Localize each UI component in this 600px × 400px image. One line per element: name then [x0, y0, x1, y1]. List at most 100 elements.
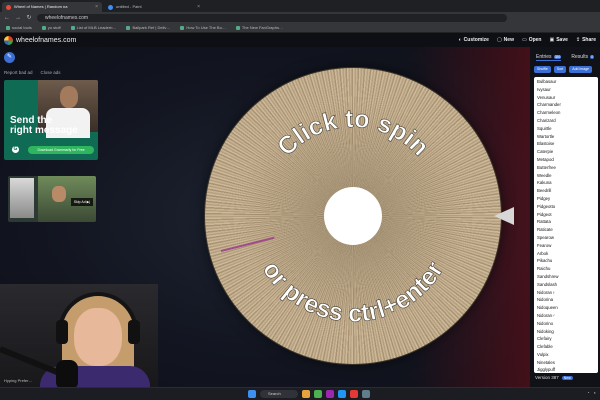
share-button[interactable]: ⇪ Share [576, 37, 596, 43]
entry-line[interactable]: Fearow [537, 242, 595, 250]
grammarly-ad[interactable]: Send the right message G Download Gramma… [4, 80, 98, 160]
entry-line[interactable]: Squirtle [537, 125, 595, 133]
entry-line[interactable]: Pidgeot [537, 211, 595, 219]
entry-line[interactable]: Nidoran♂ [537, 312, 595, 320]
bookmark-item[interactable]: List of MLB Leaderb… [70, 25, 116, 30]
tab-results[interactable]: Results 0 [571, 53, 595, 61]
entry-line[interactable]: Caterpie [537, 148, 595, 156]
entry-line[interactable]: Ivysaur [537, 86, 595, 94]
entry-line[interactable]: Raticate [537, 226, 595, 234]
entry-line[interactable]: Kakuna [537, 179, 595, 187]
entry-line[interactable]: Nidoqueen [537, 304, 595, 312]
share-icon: ⇪ [575, 37, 581, 43]
entry-line[interactable]: Rattata [537, 218, 595, 226]
edit-pencil-icon[interactable]: ✎ [4, 52, 15, 63]
bookmark-icon [235, 25, 240, 30]
app-icon[interactable] [326, 390, 334, 398]
entry-line[interactable]: Sandslash [537, 281, 595, 289]
entry-line[interactable]: Arbok [537, 250, 595, 258]
video-ad[interactable]: Skip Ad ▶| [8, 176, 96, 222]
bookmark-item[interactable]: The New FanGraphs… [235, 25, 283, 30]
sidebar-tabs: Entries 386 Results 0 [530, 53, 600, 61]
tab-entries[interactable]: Entries 386 [536, 53, 562, 61]
ad-person [52, 186, 66, 202]
volume-icon[interactable]: ◖ [594, 390, 596, 395]
bookmark-item[interactable]: social tools [6, 25, 32, 30]
entries-count-badge: 386 [553, 54, 562, 59]
entry-line[interactable]: Pikachu [537, 257, 595, 265]
close-icon[interactable]: × [95, 2, 98, 12]
save-icon: ▣ [549, 37, 555, 43]
entry-line[interactable]: Charmander [537, 101, 595, 109]
entry-line[interactable]: Wartortle [537, 133, 595, 141]
wheel-center-hub[interactable] [324, 187, 382, 245]
entry-line[interactable]: Butterfree [537, 164, 595, 172]
bookmark-icon [70, 25, 75, 30]
taskbar-search[interactable]: Search [260, 390, 298, 398]
bookmark-item[interactable]: How To Use The Bo… [180, 25, 226, 30]
entry-line[interactable]: Pidgeotto [537, 203, 595, 211]
system-tray: ◔ ◖ [587, 390, 596, 395]
browser-tab-strip: Wheel of Names | Random na × untitled - … [0, 0, 600, 12]
windows-start-icon[interactable] [248, 390, 256, 398]
skip-ad-button[interactable]: Skip Ad ▶| [71, 198, 93, 206]
shuffle-button[interactable]: Shuffle [534, 66, 551, 73]
entry-line[interactable]: Vulpix [537, 351, 595, 359]
grammarly-logo-icon: G [12, 146, 19, 153]
close-ads-link[interactable]: Close ads [41, 70, 61, 75]
bookmark-icon [126, 25, 131, 30]
forward-icon[interactable]: → [15, 15, 21, 21]
chrome-icon[interactable] [314, 390, 322, 398]
new-badge[interactable]: New [561, 375, 573, 380]
browser-tab-active[interactable]: Wheel of Names | Random na × [2, 2, 102, 12]
entry-line[interactable]: Nidoking [537, 328, 595, 336]
entry-line[interactable]: Weedle [537, 172, 595, 180]
tab-title: Wheel of Names | Random na [14, 4, 68, 9]
back-icon[interactable]: ← [4, 15, 10, 21]
entry-line[interactable]: Charizard [537, 117, 595, 125]
entry-line[interactable]: Metapod [537, 156, 595, 164]
ad-cta-button[interactable]: Download Grammarly for Free [28, 146, 94, 154]
entry-line[interactable]: Blastoise [537, 140, 595, 148]
entry-line[interactable]: Ninetales [537, 359, 595, 367]
save-button[interactable]: ▣ Save [549, 37, 567, 43]
entry-line[interactable]: Sandshrew [537, 273, 595, 281]
entry-line[interactable]: Beedrill [537, 187, 595, 195]
wifi-icon[interactable]: ◔ [587, 390, 589, 395]
add-image-button[interactable]: Add image [569, 66, 592, 73]
entry-line[interactable]: Nidoran♀ [537, 289, 595, 297]
wheel-pointer-icon [494, 207, 514, 225]
entry-line[interactable]: Nidorino [537, 320, 595, 328]
url-field[interactable]: wheelofnames.com [37, 13, 507, 22]
entry-line[interactable]: Nidorina [537, 296, 595, 304]
entries-textarea[interactable]: Bulbasaur Ivysaur Venusaur Charmander Charme… [534, 77, 598, 373]
browser-tab[interactable]: untitled - Paint × [104, 2, 204, 12]
file-explorer-icon[interactable] [302, 390, 310, 398]
entry-line[interactable]: Jigglypuff [537, 366, 595, 373]
entry-line[interactable]: Clefable [537, 343, 595, 351]
app-icon[interactable] [350, 390, 358, 398]
entry-line[interactable]: Spearow [537, 234, 595, 242]
entry-line[interactable]: Clefairy [537, 335, 595, 343]
header-actions: ◐ Customize ▢ New ▭ Open ▣ Save ⇪ Share [459, 37, 596, 43]
entry-line[interactable]: Venusaur [537, 94, 595, 102]
reload-icon[interactable]: ↻ [26, 14, 32, 21]
close-icon[interactable]: × [197, 2, 200, 12]
open-button[interactable]: ▭ Open [522, 37, 542, 43]
bookmark-item[interactable]: yo stuff [41, 25, 61, 30]
report-bad-ad-link[interactable]: Report bad ad [4, 70, 33, 75]
entry-line[interactable]: Raichu [537, 265, 595, 273]
entry-line[interactable]: Bulbasaur [537, 78, 595, 86]
new-button[interactable]: ▢ New [497, 37, 514, 43]
customize-button[interactable]: ◐ Customize [459, 37, 489, 43]
webcam-overlay: Hyping Prefer… [0, 284, 158, 387]
entry-line[interactable]: Pidgey [537, 195, 595, 203]
sort-button[interactable]: Sort [553, 66, 567, 73]
bookmark-item[interactable]: Ballpark Ref | Deliv… [126, 25, 170, 30]
results-count-badge: 0 [590, 55, 595, 59]
entry-line[interactable]: Charmeleon [537, 109, 595, 117]
app-icon[interactable] [338, 390, 346, 398]
headset-earcup [128, 320, 140, 344]
app-icon[interactable] [362, 390, 370, 398]
folder-open-icon: ▭ [521, 37, 527, 43]
